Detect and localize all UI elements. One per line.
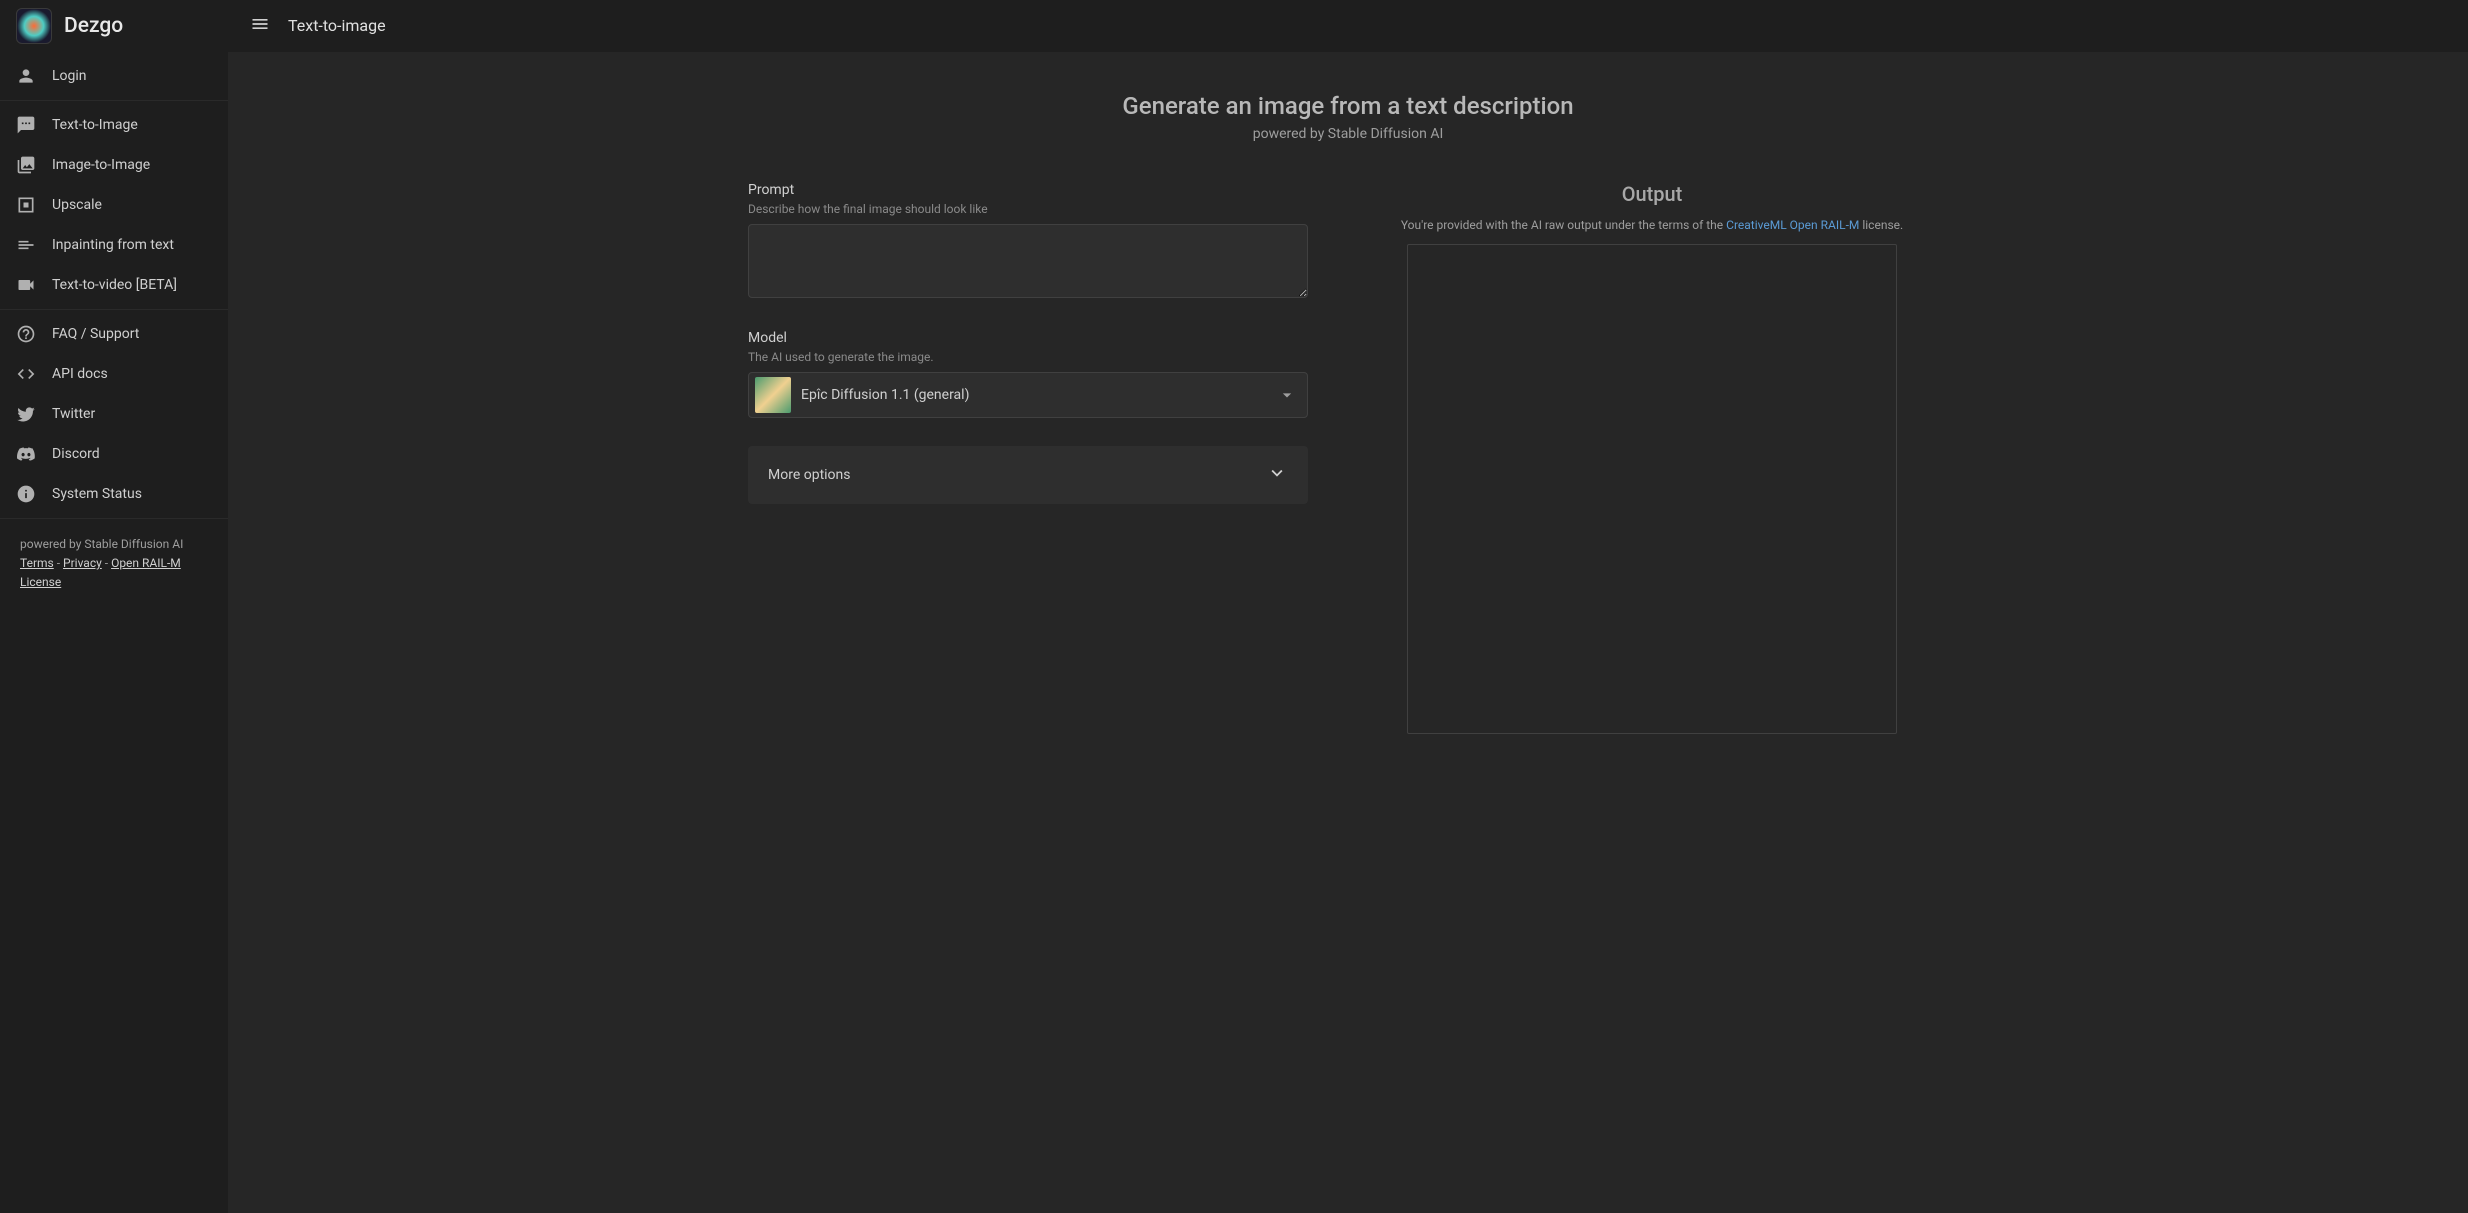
footer-privacy-link[interactable]: Privacy xyxy=(63,556,102,570)
login-label: Login xyxy=(52,68,87,84)
footer-terms-link[interactable]: Terms xyxy=(20,556,54,570)
model-selected-name: Epîc Diffusion 1.1 (general) xyxy=(801,387,1267,403)
model-label: Model xyxy=(748,330,1308,346)
nav-label: Image-to-Image xyxy=(52,157,150,173)
nav-image-to-image[interactable]: Image-to-Image xyxy=(0,145,228,185)
model-hint: The AI used to generate the image. xyxy=(748,350,1308,364)
nav-label: Discord xyxy=(52,446,100,462)
prompt-input[interactable] xyxy=(748,224,1308,298)
nav-label: Text-to-video [BETA] xyxy=(52,277,177,293)
content: Generate an image from a text descriptio… xyxy=(228,52,2468,1213)
nav-upscale[interactable]: Upscale xyxy=(0,185,228,225)
nav-inpainting[interactable]: Inpainting from text xyxy=(0,225,228,265)
nav-system-status[interactable]: System Status xyxy=(0,474,228,514)
nav-faq[interactable]: FAQ / Support xyxy=(0,314,228,354)
nav-label: Text-to-Image xyxy=(52,117,138,133)
nav-label: API docs xyxy=(52,366,108,382)
more-options-label: More options xyxy=(768,467,851,483)
nav-twitter[interactable]: Twitter xyxy=(0,394,228,434)
page-heading: Generate an image from a text descriptio… xyxy=(748,92,1948,142)
discord-icon xyxy=(16,444,36,464)
info-icon xyxy=(16,484,36,504)
inpaint-icon xyxy=(16,235,36,255)
nav-label: Inpainting from text xyxy=(52,237,174,253)
topbar-title: Text-to-image xyxy=(288,16,386,35)
dropdown-icon xyxy=(1277,385,1297,405)
output-terms-suffix: license. xyxy=(1859,218,1903,232)
chevron-down-icon xyxy=(1266,462,1288,488)
output-license-link[interactable]: CreativeML Open RAIL-M xyxy=(1726,218,1859,232)
brand-logo xyxy=(16,8,52,44)
question-icon xyxy=(16,324,36,344)
code-icon xyxy=(16,364,36,384)
prompt-hint: Describe how the final image should look… xyxy=(748,202,1308,216)
output-terms-prefix: You're provided with the AI raw output u… xyxy=(1401,218,1726,232)
output-canvas xyxy=(1407,244,1897,734)
chat-icon xyxy=(16,115,36,135)
menu-button[interactable] xyxy=(248,14,272,38)
model-thumbnail xyxy=(755,377,791,413)
nav-label: Twitter xyxy=(52,406,95,422)
prompt-label: Prompt xyxy=(748,182,1308,198)
image-icon xyxy=(16,155,36,175)
page-subtitle: powered by Stable Diffusion AI xyxy=(748,126,1948,142)
nav-label: Upscale xyxy=(52,197,102,213)
video-icon xyxy=(16,275,36,295)
sidebar-footer: powered by Stable Diffusion AI Terms - P… xyxy=(0,519,228,609)
twitter-icon xyxy=(16,404,36,424)
output-terms: You're provided with the AI raw output u… xyxy=(1356,218,1948,232)
nav-text-to-image[interactable]: Text-to-Image xyxy=(0,105,228,145)
nav-label: FAQ / Support xyxy=(52,326,139,342)
brand[interactable]: Dezgo xyxy=(0,0,228,52)
topbar: Text-to-image xyxy=(228,0,2468,52)
nav-text-to-video[interactable]: Text-to-video [BETA] xyxy=(0,265,228,305)
nav-discord[interactable]: Discord xyxy=(0,434,228,474)
sidebar: Dezgo Login Text-to-Image Image- xyxy=(0,0,228,1213)
upscale-icon xyxy=(16,195,36,215)
brand-name: Dezgo xyxy=(64,14,123,38)
output-heading: Output xyxy=(1356,182,1948,206)
nav-label: System Status xyxy=(52,486,142,502)
page-title: Generate an image from a text descriptio… xyxy=(748,92,1948,120)
output-panel: Output You're provided with the AI raw o… xyxy=(1356,182,1948,734)
nav-api-docs[interactable]: API docs xyxy=(0,354,228,394)
more-options-expander[interactable]: More options xyxy=(748,446,1308,504)
login-button[interactable]: Login xyxy=(0,56,228,96)
main: Text-to-image Generate an image from a t… xyxy=(228,0,2468,1213)
footer-powered: powered by Stable Diffusion AI xyxy=(20,535,208,554)
model-select[interactable]: Epîc Diffusion 1.1 (general) xyxy=(748,372,1308,418)
input-panel: Prompt Describe how the final image shou… xyxy=(748,182,1308,734)
menu-icon xyxy=(250,14,270,38)
user-icon xyxy=(16,66,36,86)
